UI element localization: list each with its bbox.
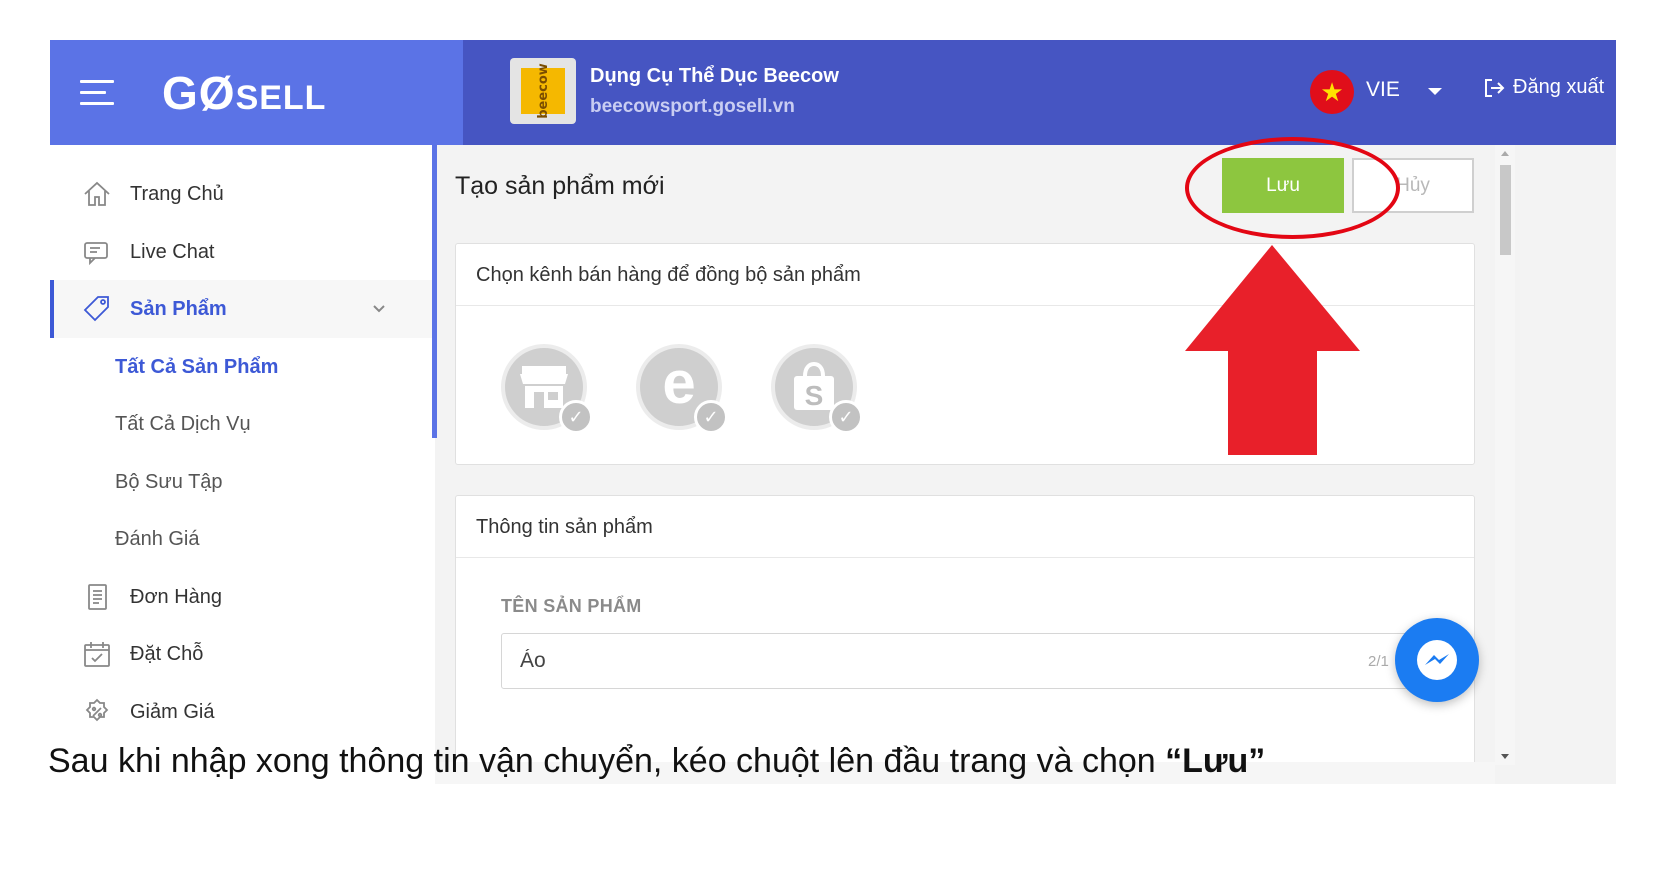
lazada-letter: e [662, 349, 696, 416]
sidebar-item-label: Đơn Hàng [130, 585, 223, 608]
messenger-icon[interactable] [1395, 618, 1479, 702]
sidebar-item-label: Giảm Giá [130, 700, 215, 723]
sidebar-item-label: Sản Phẩm [130, 297, 227, 320]
sidebar-item-label: Trang Chủ [130, 182, 224, 205]
order-icon [80, 580, 114, 614]
sidebar-item-products[interactable]: Sản Phẩm [50, 280, 435, 338]
sidebar-item-label: Đánh Giá [115, 527, 200, 550]
scroll-down-icon[interactable] [1501, 754, 1509, 759]
checkmark-icon: ✓ [559, 400, 593, 434]
sidebar-item-home[interactable]: Trang Chủ [50, 165, 435, 223]
store-avatar[interactable]: beecow [510, 58, 576, 124]
cancel-button[interactable]: Hủy [1352, 158, 1474, 213]
menu-toggle-icon[interactable] [80, 80, 118, 106]
store-logo-text: beecow [521, 63, 565, 119]
sidebar-item-label: Bộ Sưu Tập [115, 470, 223, 493]
sidebar-item-label: Đặt Chỗ [130, 642, 204, 665]
sidebar-item-orders[interactable]: Đơn Hàng [50, 568, 435, 626]
sidebar-item-label: Tất Cả Dịch Vụ [115, 412, 251, 435]
caret-down-icon[interactable] [1428, 88, 1442, 95]
sidebar-item-reservations[interactable]: Đặt Chỗ [50, 625, 435, 683]
header-brand-area: GØSELL [50, 40, 463, 145]
calendar-icon [80, 637, 114, 671]
save-button[interactable]: Lưu [1222, 158, 1344, 213]
home-icon [80, 177, 114, 211]
sidebar-item-label: Live Chat [130, 240, 215, 263]
page-scrollbar[interactable] [1495, 145, 1515, 765]
sidebar-item-live-chat[interactable]: Live Chat [50, 223, 435, 281]
sidebar-item-collections[interactable]: Bộ Sưu Tập [50, 453, 435, 511]
gosell-logo[interactable]: GØSELL [162, 66, 326, 120]
chat-icon [80, 235, 114, 269]
checkmark-icon: ✓ [694, 400, 728, 434]
store-url: beecowsport.gosell.vn [590, 96, 795, 117]
sidebar-item-discounts[interactable]: Giảm Giá [50, 683, 435, 741]
product-info-heading: Thông tin sản phẩm [456, 496, 1474, 558]
sidebar-item-label: Tất Cả Sản Phẩm [115, 355, 279, 378]
shopee-channel-icon[interactable]: S ✓ [771, 344, 863, 434]
logout-button[interactable]: Đăng xuất [1483, 76, 1604, 99]
store-channel-icon[interactable]: ✓ [501, 344, 593, 434]
sales-channel-card: Chọn kênh bán hàng để đồng bộ sản phẩm ✓… [455, 243, 1475, 465]
app-window: GØSELL beecow Dụng Cụ Thể Dục Beecow bee… [50, 40, 1616, 784]
page-title: Tạo sản phẩm mới [455, 172, 665, 200]
sidebar-scrollbar[interactable] [432, 145, 437, 438]
product-info-card: Thông tin sản phẩm TÊN SẢN PHẨM 2/1 [455, 495, 1475, 784]
language-label[interactable]: VIE [1366, 78, 1400, 102]
chevron-down-icon[interactable] [372, 298, 386, 321]
caption-text: Sau khi nhập xong thông tin vận chuyển, … [48, 742, 1166, 780]
logout-icon [1485, 78, 1505, 97]
product-name-label: TÊN SẢN PHẨM [501, 596, 642, 616]
sidebar-item-all-services[interactable]: Tất Cả Dịch Vụ [50, 395, 435, 453]
checkmark-icon: ✓ [829, 400, 863, 434]
scrollbar-thumb[interactable] [1500, 165, 1511, 255]
sidebar-item-reviews[interactable]: Đánh Giá [50, 510, 435, 568]
vietnam-flag-icon[interactable]: ★ [1310, 70, 1354, 114]
scroll-up-icon[interactable] [1501, 151, 1509, 156]
active-indicator [50, 280, 54, 338]
logo-main: GØ [162, 67, 236, 119]
logo-tail: SELL [235, 79, 327, 117]
lazada-channel-icon[interactable]: e ✓ [636, 344, 728, 434]
sales-channel-heading: Chọn kênh bán hàng để đồng bộ sản phẩm [456, 244, 1474, 306]
product-name-input[interactable] [501, 633, 1431, 689]
sidebar: Trang Chủ Live Chat Sản Phẩm Tất Cả Sản … [50, 145, 435, 784]
tag-icon [80, 292, 114, 326]
sidebar-item-all-products[interactable]: Tất Cả Sản Phẩm [50, 338, 435, 396]
char-counter: 2/1 [1368, 653, 1389, 670]
instruction-caption: Sau khi nhập xong thông tin vận chuyển, … [48, 742, 1265, 781]
header-bar: beecow Dụng Cụ Thể Dục Beecow beecowspor… [463, 40, 1616, 145]
discount-icon [80, 695, 114, 729]
store-name: Dụng Cụ Thể Dục Beecow [590, 65, 839, 87]
caption-emphasis: “Lưu” [1165, 742, 1266, 780]
logout-label: Đăng xuất [1513, 76, 1605, 98]
